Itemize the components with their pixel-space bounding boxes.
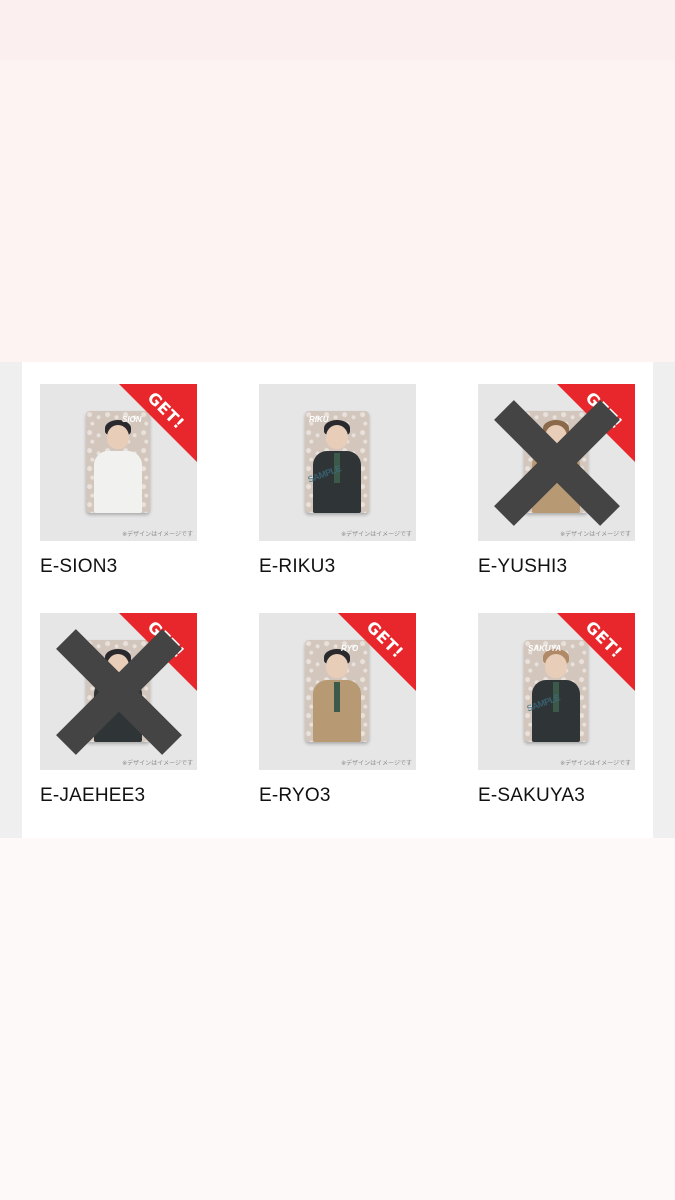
card-item[interactable]: RYO ※デザインはイメージです GET! E-RYO3 [259,613,416,823]
image-disclaimer: ※デザインはイメージです [122,531,193,538]
card-name: E-RIKU3 [259,556,336,577]
card-thumbnail[interactable]: SAMPLE RIKU ※デザインはイメージです [259,384,416,541]
signature-text: RIKU [309,415,329,424]
card-item[interactable]: ※デザインはイメージです GET! E-YUSHI3 [478,384,635,594]
card-thumbnail[interactable]: SION ※デザインはイメージです GET! [40,384,197,541]
left-gutter [0,362,22,838]
card-thumbnail[interactable]: ※デザインはイメージです GET! [478,384,635,541]
card-name: E-SION3 [40,556,118,577]
card-thumbnail[interactable]: RYO ※デザインはイメージです GET! [259,613,416,770]
get-badge: GET! [557,613,635,691]
cross-out-icon [488,394,625,531]
bottom-background [0,838,675,1200]
card-name: E-JAEHEE3 [40,785,146,806]
card-name: E-SAKUYA3 [478,785,586,806]
get-badge: GET! [119,384,197,462]
card-thumbnail[interactable]: SAMPLE SAKUYA ※デザインはイメージです GET! [478,613,635,770]
card-item[interactable]: SION ※デザインはイメージです GET! E-SION3 [40,384,197,594]
image-disclaimer: ※デザインはイメージです [341,531,412,538]
right-gutter [653,362,675,838]
image-disclaimer: ※デザインはイメージです [341,760,412,767]
get-badge: GET! [338,613,416,691]
cross-out-icon [50,623,187,760]
card-name: E-YUSHI3 [478,556,568,577]
card-item[interactable]: SAMPLE SAKUYA ※デザインはイメージです GET! E-SAKUYA… [478,613,635,823]
card-item[interactable]: SAMPLE ※デザインはイメージです GET! E-JAEHEE3 [40,613,197,823]
card-photo: SAMPLE RIKU [305,411,369,513]
trading-card-grid: SION ※デザインはイメージです GET! E-SION3 SAMPLE RI… [22,362,653,838]
top-background [0,0,675,362]
top-sheen [0,0,675,60]
image-disclaimer: ※デザインはイメージです [560,760,631,767]
card-item[interactable]: SAMPLE RIKU ※デザインはイメージです E-RIKU3 [259,384,416,594]
card-thumbnail[interactable]: SAMPLE ※デザインはイメージです GET! [40,613,197,770]
card-name: E-RYO3 [259,785,331,806]
